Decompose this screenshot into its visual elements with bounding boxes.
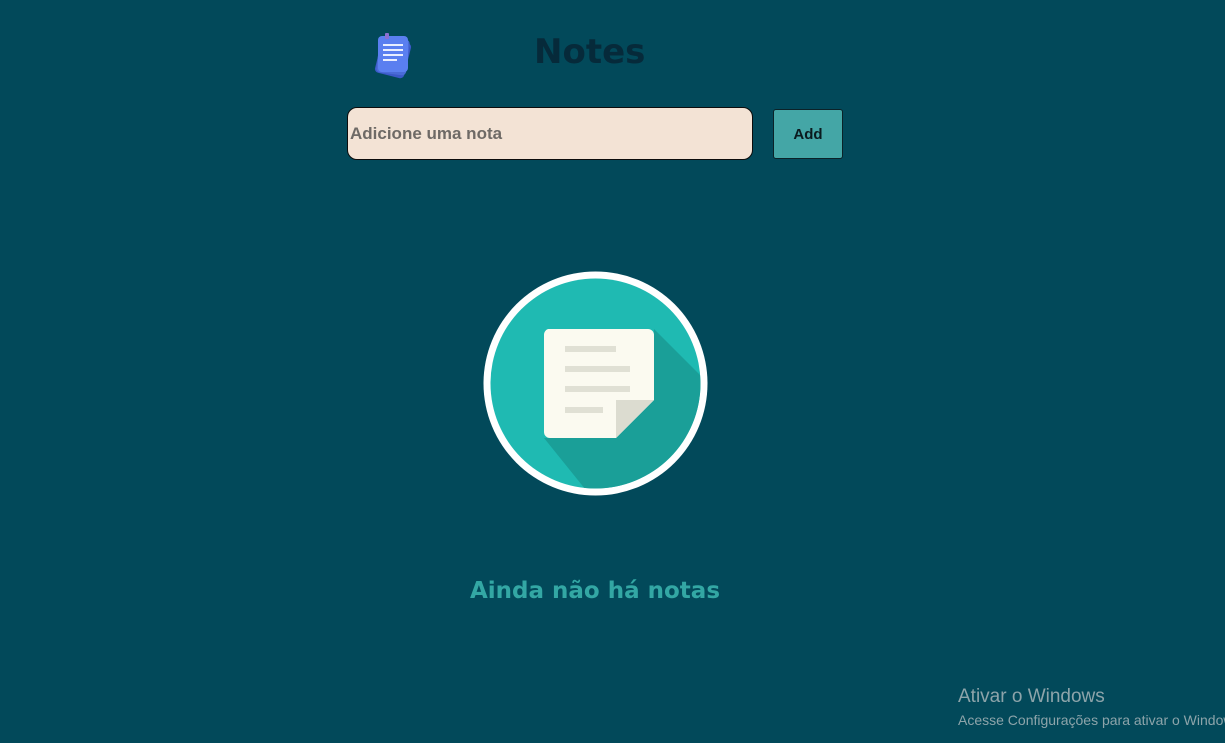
- notes-app: Notes Add Ainda não há notas Ativar o Wi…: [0, 0, 1225, 743]
- watermark-subtitle: Acesse Configurações para ativar o Windo…: [958, 712, 1225, 728]
- empty-note-icon: [483, 271, 708, 496]
- page-title: Notes: [534, 32, 646, 72]
- windows-activation-watermark: Ativar o Windows Acesse Configurações pa…: [958, 684, 1225, 730]
- empty-state-message: Ainda não há notas: [469, 578, 721, 604]
- add-note-button[interactable]: Add: [773, 109, 843, 159]
- watermark-title: Ativar o Windows: [958, 686, 1105, 707]
- notes-stack-icon: [374, 33, 412, 79]
- note-input[interactable]: [347, 107, 753, 160]
